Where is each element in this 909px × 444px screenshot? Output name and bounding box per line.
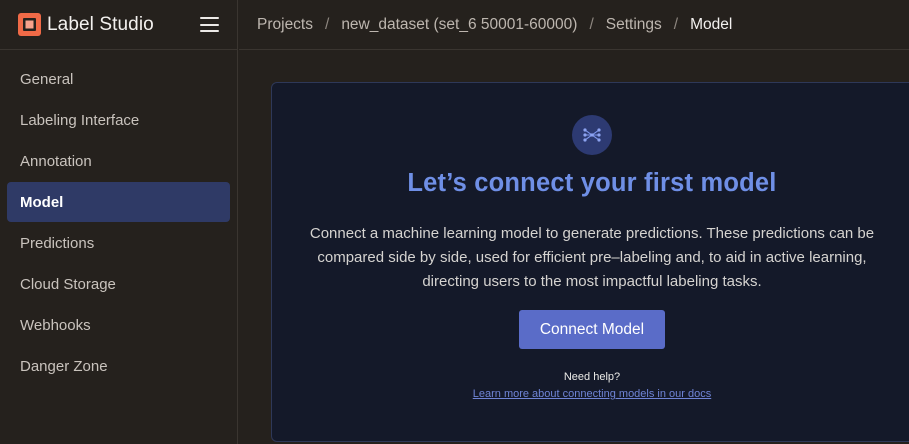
sidebar-item-label: Annotation — [20, 152, 92, 170]
breadcrumb-settings[interactable]: Settings — [606, 16, 662, 34]
neural-network-icon — [572, 115, 612, 155]
sidebar-item-webhooks[interactable]: Webhooks — [7, 305, 230, 345]
docs-link[interactable]: Learn more about connecting models in ou… — [473, 388, 711, 400]
sidebar-item-cloud-storage[interactable]: Cloud Storage — [7, 264, 230, 304]
sidebar-item-danger-zone[interactable]: Danger Zone — [7, 346, 230, 386]
brand-bar: Label Studio — [0, 0, 237, 50]
sidebar-item-label: General — [20, 70, 74, 88]
app-name[interactable]: Label Studio — [47, 14, 200, 36]
sidebar-item-annotation[interactable]: Annotation — [7, 141, 230, 181]
sidebar-item-general[interactable]: General — [7, 59, 230, 99]
sidebar-item-label: Predictions — [20, 234, 95, 252]
breadcrumb-current-page: Model — [690, 15, 733, 33]
sidebar-item-label: Cloud Storage — [20, 275, 116, 293]
sidebar-item-predictions[interactable]: Predictions — [7, 223, 230, 263]
connect-model-card: Let’s connect your first model Connect a… — [271, 82, 909, 442]
connect-model-button[interactable]: Connect Model — [519, 310, 665, 349]
label-studio-logo-icon[interactable] — [18, 13, 41, 36]
sidebar-item-label: Labeling Interface — [20, 111, 140, 129]
breadcrumb: Projects / new_dataset (set_6 50001-6000… — [239, 0, 909, 50]
sidebar-item-label: Webhooks — [20, 316, 91, 334]
app-window: Label Studio General Labeling Interface … — [0, 0, 909, 444]
card-content: Let’s connect your first model Connect a… — [272, 115, 909, 402]
breadcrumb-separator: / — [589, 15, 594, 33]
breadcrumb-project[interactable]: new_dataset (set_6 50001-60000) — [341, 16, 577, 34]
sidebar: Label Studio General Labeling Interface … — [0, 0, 238, 444]
sidebar-item-model[interactable]: Model — [7, 182, 230, 222]
help-text: Need help? — [563, 371, 621, 383]
breadcrumb-projects[interactable]: Projects — [257, 16, 313, 34]
settings-nav: General Labeling Interface Annotation Mo… — [0, 50, 237, 386]
sidebar-item-label: Danger Zone — [20, 357, 108, 375]
breadcrumb-separator: / — [325, 15, 330, 33]
breadcrumb-separator: / — [673, 15, 679, 33]
card-description: Connect a machine learning model to gene… — [309, 225, 875, 290]
sidebar-item-labeling-interface[interactable]: Labeling Interface — [7, 100, 230, 140]
page-title: Let’s connect your first model — [407, 169, 777, 197]
hamburger-menu-icon[interactable] — [200, 17, 219, 32]
sidebar-item-label: Model — [20, 193, 64, 211]
